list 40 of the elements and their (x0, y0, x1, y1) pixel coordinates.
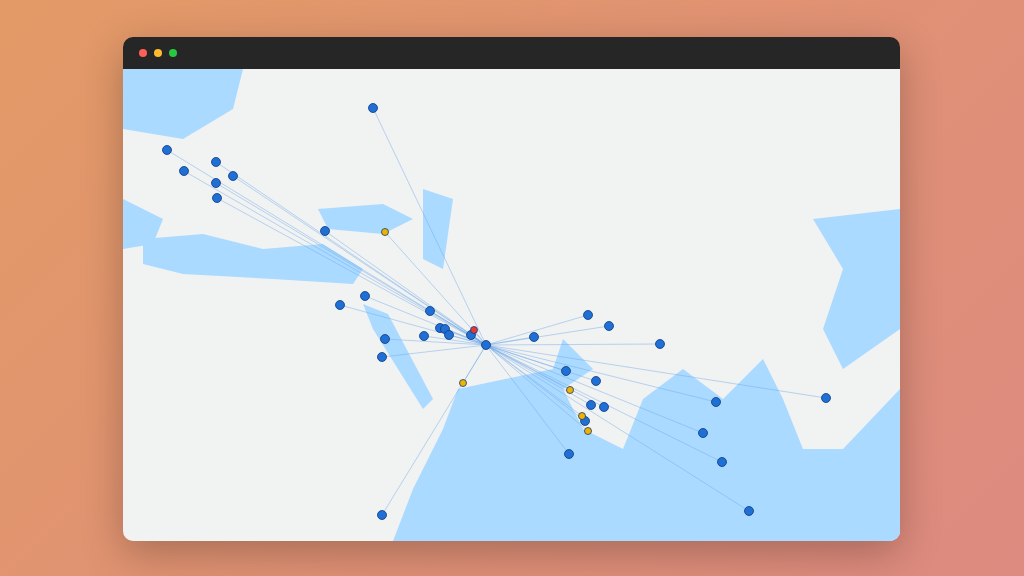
location-pin[interactable] (599, 402, 609, 412)
location-pin[interactable] (698, 428, 708, 438)
location-pin[interactable] (717, 457, 727, 467)
location-pin[interactable] (162, 145, 172, 155)
location-pin[interactable] (586, 400, 596, 410)
location-pin[interactable] (444, 330, 454, 340)
location-pin[interactable] (744, 506, 754, 516)
location-pin[interactable] (425, 306, 435, 316)
location-pin[interactable] (561, 366, 571, 376)
location-pin[interactable] (711, 397, 721, 407)
location-pin[interactable] (584, 427, 592, 435)
location-pin[interactable] (380, 334, 390, 344)
location-pin[interactable] (377, 352, 387, 362)
location-pin[interactable] (655, 339, 665, 349)
maximize-button[interactable] (169, 49, 177, 57)
location-pin[interactable] (368, 103, 378, 113)
location-pin[interactable] (821, 393, 831, 403)
location-pin[interactable] (583, 310, 593, 320)
location-pin[interactable] (470, 326, 478, 334)
location-pin[interactable] (228, 171, 238, 181)
location-pin[interactable] (564, 449, 574, 459)
location-pin[interactable] (566, 386, 574, 394)
location-pin[interactable] (529, 332, 539, 342)
location-pin[interactable] (211, 178, 221, 188)
location-pin[interactable] (377, 510, 387, 520)
location-pin[interactable] (212, 193, 222, 203)
location-pin[interactable] (335, 300, 345, 310)
location-pin[interactable] (179, 166, 189, 176)
location-pin[interactable] (381, 228, 389, 236)
location-pin[interactable] (360, 291, 370, 301)
location-pin[interactable] (481, 340, 491, 350)
close-button[interactable] (139, 49, 147, 57)
minimize-button[interactable] (154, 49, 162, 57)
location-pin[interactable] (604, 321, 614, 331)
location-pin[interactable] (320, 226, 330, 236)
location-pin[interactable] (591, 376, 601, 386)
location-pin[interactable] (211, 157, 221, 167)
location-pin[interactable] (419, 331, 429, 341)
location-pin[interactable] (459, 379, 467, 387)
location-pin[interactable] (578, 412, 586, 420)
